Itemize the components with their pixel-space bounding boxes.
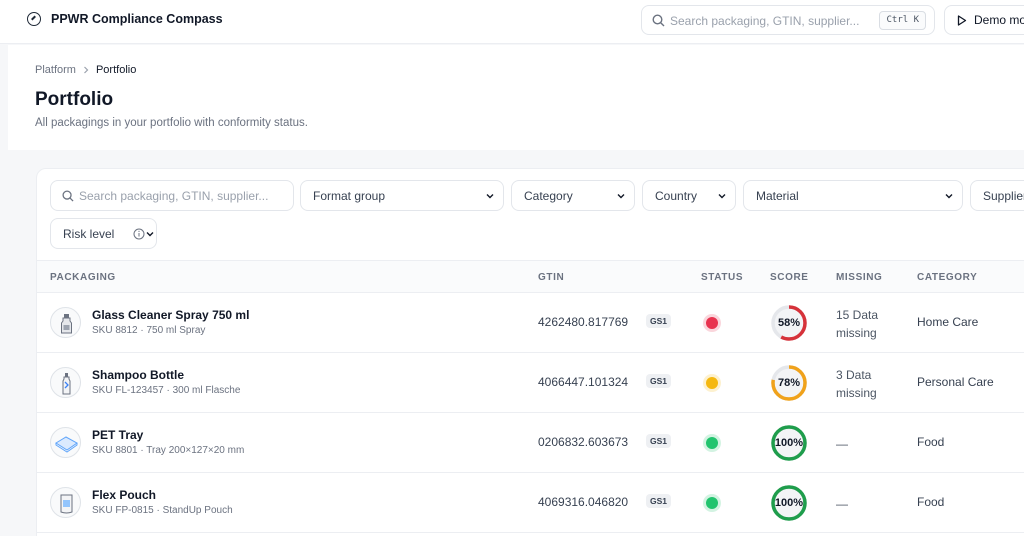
gtin-value: 4262480.817769: [538, 315, 629, 329]
supplier-select[interactable]: Supplier: [970, 180, 1024, 211]
demo-mode-label: Demo mo: [974, 13, 1024, 27]
chevron-down-icon: [718, 194, 726, 199]
global-search-input[interactable]: Search packaging, GTIN, supplier... Ctrl…: [641, 5, 935, 35]
format-group-select[interactable]: Format group: [300, 180, 504, 211]
packaging-name[interactable]: PET Tray: [92, 428, 143, 442]
breadcrumb: Platform Portfolio: [35, 64, 136, 76]
category-label: Category: [524, 188, 573, 203]
filter-search-placeholder: Search packaging, GTIN, supplier...: [79, 188, 269, 203]
table-row[interactable]: Shampoo Bottle SKU FL-123457 · 300 ml Fl…: [37, 353, 1024, 413]
format-group-label: Format group: [313, 188, 386, 203]
status-indicator: [706, 437, 718, 449]
gs1-badge: GS1: [646, 494, 672, 508]
country-label: Country: [655, 188, 698, 203]
shortcut-hint: Ctrl K: [879, 11, 926, 30]
column-missing[interactable]: MISSING: [836, 272, 882, 283]
packaging-sku: SKU FL-123457 · 300 ml Flasche: [92, 385, 241, 396]
column-packaging[interactable]: PACKAGING: [50, 272, 116, 283]
missing-count: 15 Data missing: [836, 308, 879, 340]
score-value: 100%: [774, 497, 804, 509]
chevron-down-icon: [486, 194, 494, 199]
missing-count: —: [836, 497, 848, 511]
breadcrumb-root[interactable]: Platform: [35, 64, 76, 76]
page-title: Portfolio: [35, 89, 114, 110]
chevron-down-icon: [617, 194, 625, 199]
supplier-label: Supplier: [983, 188, 1024, 203]
page-header: Platform Portfolio Portfolio All packagi…: [8, 45, 1024, 150]
brand[interactable]: PPWR Compliance Compass: [27, 12, 223, 26]
category-value: Home Care: [917, 315, 979, 329]
gtin-value: 4069316.046820: [538, 495, 629, 509]
compass-icon: [27, 12, 41, 26]
pet-tray-icon: [50, 427, 81, 458]
risk-level-label: Risk level: [63, 226, 115, 241]
table-header: PACKAGING GTIN STATUS SCORE MISSING CATE…: [37, 260, 1024, 293]
shampoo-bottle-icon: [50, 367, 81, 398]
status-indicator: [706, 497, 718, 509]
gtin-value: 0206832.603673: [538, 435, 629, 449]
table-row[interactable]: Glass Cleaner Spray 750 ml SKU 8812 · 75…: [37, 293, 1024, 353]
packaging-name[interactable]: Flex Pouch: [92, 488, 156, 502]
search-icon: [652, 14, 665, 27]
column-status[interactable]: STATUS: [701, 272, 743, 283]
missing-count: —: [836, 437, 848, 451]
column-score[interactable]: SCORE: [770, 272, 809, 283]
gs1-badge: GS1: [646, 374, 672, 388]
category-select[interactable]: Category: [511, 180, 635, 211]
portfolio-card: Search packaging, GTIN, supplier... Form…: [36, 168, 1024, 536]
packaging-sku: SKU 8801 · Tray 200×127×20 mm: [92, 445, 245, 456]
top-bar: PPWR Compliance Compass Search packaging…: [0, 0, 1024, 44]
play-icon: [957, 14, 967, 26]
packaging-name[interactable]: Shampoo Bottle: [92, 368, 184, 382]
page-subtitle: All packagings in your portfolio with co…: [35, 117, 308, 129]
table-row[interactable]: PET Tray SKU 8801 · Tray 200×127×20 mm 0…: [37, 413, 1024, 473]
missing-count: 3 Data missing: [836, 368, 877, 400]
status-indicator: [706, 317, 718, 329]
chevron-right-icon: [84, 66, 89, 74]
country-select[interactable]: Country: [642, 180, 736, 211]
packaging-sku: SKU FP-0815 · StandUp Pouch: [92, 505, 233, 516]
category-value: Personal Care: [917, 375, 994, 389]
gs1-badge: GS1: [646, 314, 672, 328]
category-value: Food: [917, 495, 945, 509]
packaging-sku: SKU 8812 · 750 ml Spray: [92, 325, 206, 336]
chevron-down-icon: [146, 232, 154, 237]
gs1-badge: GS1: [646, 434, 672, 448]
gtin-value: 4066447.101324: [538, 375, 629, 389]
search-icon: [62, 190, 74, 202]
risk-level-select[interactable]: Risk level: [50, 218, 157, 249]
demo-mode-button[interactable]: Demo mo: [944, 5, 1024, 35]
score-value: 100%: [774, 437, 804, 449]
app-title: PPWR Compliance Compass: [51, 12, 223, 26]
breadcrumb-current: Portfolio: [95, 64, 137, 76]
score-value: 58%: [777, 317, 801, 329]
column-gtin[interactable]: GTIN: [538, 272, 564, 283]
status-indicator: [706, 377, 718, 389]
packaging-name[interactable]: Glass Cleaner Spray 750 ml: [92, 308, 249, 322]
spray-bottle-icon: [50, 307, 81, 338]
material-select[interactable]: Material: [743, 180, 963, 211]
score-value: 78%: [777, 377, 801, 389]
info-icon[interactable]: [133, 228, 145, 240]
table-row[interactable]: Flex Pouch SKU FP-0815 · StandUp Pouch 4…: [37, 473, 1024, 533]
column-category[interactable]: CATEGORY: [917, 272, 977, 283]
chevron-down-icon: [945, 194, 953, 199]
global-search-placeholder: Search packaging, GTIN, supplier...: [670, 14, 860, 28]
filter-search-input[interactable]: Search packaging, GTIN, supplier...: [50, 180, 294, 211]
category-value: Food: [917, 435, 945, 449]
material-label: Material: [756, 188, 799, 203]
flex-pouch-icon: [50, 487, 81, 518]
